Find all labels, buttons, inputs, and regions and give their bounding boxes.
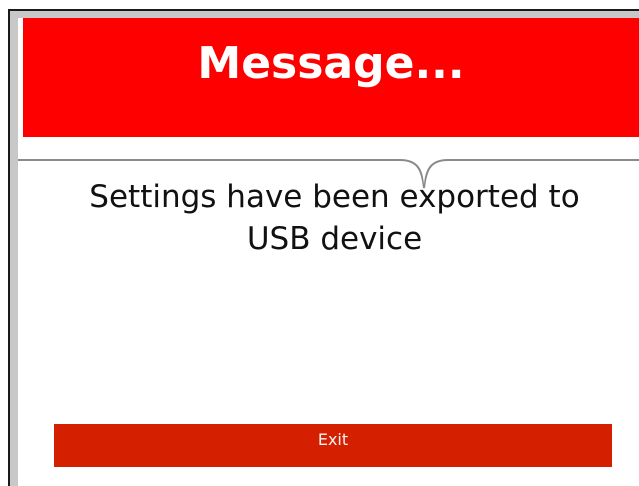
dialog-title: Message...	[197, 38, 465, 89]
status-message: Settings have been exported to USB devic…	[89, 179, 580, 257]
exit-button[interactable]: Exit	[54, 424, 612, 467]
screen: Message... Settings have been exported t…	[0, 0, 639, 486]
dialog-header: Message...	[23, 18, 639, 137]
